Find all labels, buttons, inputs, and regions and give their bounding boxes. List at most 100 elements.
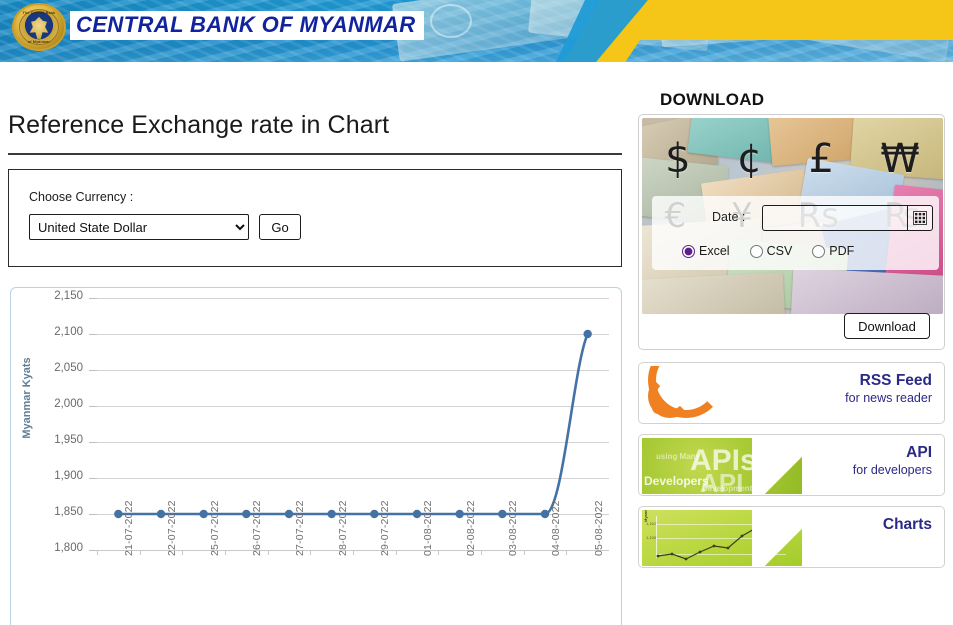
x-tickmark xyxy=(438,550,440,555)
main-content: Reference Exchange rate in Chart Choose … xyxy=(0,62,630,625)
y-tick-label: 1,850 xyxy=(54,506,83,518)
corner-logo-label: CENTRAL BANK OF MYANMAR xyxy=(785,9,953,24)
data-point[interactable] xyxy=(199,509,208,519)
date-input[interactable] xyxy=(762,205,907,231)
promo-text-rss: RSS Feed for news reader xyxy=(845,371,932,407)
format-radio-excel[interactable] xyxy=(682,244,695,258)
sidebar: DOWNLOAD $¢£₩ €¥Rs₨ Date : xyxy=(630,62,953,625)
api-word-5: Development xyxy=(702,484,753,493)
promo-card-rss[interactable]: RSS Feed for news reader xyxy=(638,362,945,424)
promo-text-charts: Charts xyxy=(883,515,932,534)
currency-select[interactable]: United State Dollar xyxy=(29,214,249,240)
promo-card-api[interactable]: APIs API Developers using Many Developme… xyxy=(638,434,945,496)
y-tickmark xyxy=(89,334,97,335)
promo-card-charts[interactable]: 1,110 1,100 Myanmar Kyats Charts xyxy=(638,506,945,568)
y-tickmark xyxy=(89,298,97,299)
currency-symbol-2: £ xyxy=(808,136,835,182)
format-radio-group: Excel CSV PDF xyxy=(682,244,922,258)
x-tick-label: 05-08-2022 xyxy=(592,500,605,556)
data-point[interactable] xyxy=(242,509,251,519)
corner-logo[interactable]: CENTRAL BANK OF MYANMAR xyxy=(762,6,953,27)
data-point[interactable] xyxy=(114,509,123,519)
seal-top-text: The Central Bank xyxy=(22,11,56,15)
y-tick-label: 2,150 xyxy=(54,290,83,302)
header-banknote-oval-1 xyxy=(430,4,472,38)
x-tick-label: 03-08-2022 xyxy=(507,500,520,556)
site-header: The Central Bank of Myanmar CENTRAL BANK… xyxy=(0,0,953,62)
currency-symbol-1: ¢ xyxy=(736,136,763,182)
promo-text-api: API for developers xyxy=(853,443,932,479)
data-point[interactable] xyxy=(455,509,464,519)
data-point[interactable] xyxy=(540,509,550,519)
x-tick-label: 01-08-2022 xyxy=(422,500,434,556)
currency-symbols-row-1: $ ¢ £ ₩ xyxy=(642,136,943,182)
currency-symbol-0: $ xyxy=(665,136,691,182)
x-tickmark xyxy=(267,550,269,555)
data-point[interactable] xyxy=(370,509,379,519)
promo-subtitle: for news reader xyxy=(845,391,932,406)
y-tickmark xyxy=(89,478,97,479)
y-tick-label: 2,000 xyxy=(54,398,83,410)
go-button[interactable]: Go xyxy=(259,214,301,240)
y-tickmark xyxy=(89,442,97,443)
x-tick-label: 04-08-2022 xyxy=(550,500,562,556)
x-tick-label: 26-07-2022 xyxy=(251,500,264,556)
format-radio-csv[interactable] xyxy=(749,244,763,258)
data-point[interactable] xyxy=(327,509,336,519)
money-collage-image: $¢£₩ €¥Rs₨ Date : xyxy=(642,118,943,314)
data-point[interactable] xyxy=(412,509,422,519)
y-tick-label: 1,950 xyxy=(54,434,83,446)
y-tickmark xyxy=(89,550,97,551)
y-tickmark xyxy=(89,514,97,515)
data-point[interactable] xyxy=(156,509,166,519)
api-wordcloud-icon: APIs API Developers using Many Developme… xyxy=(642,438,802,494)
format-label: PDF xyxy=(829,244,855,258)
x-tick-label: 25-07-2022 xyxy=(208,500,221,556)
x-tick-label: 28-07-2022 xyxy=(336,500,349,556)
y-tickmark xyxy=(89,370,97,371)
x-tickmark xyxy=(97,550,98,555)
currency-chooser-panel: Choose Currency : United State Dollar Go xyxy=(8,169,622,267)
y-tick-label: 2,100 xyxy=(54,326,83,338)
chart-y-axis-title: Myanmar Kyats xyxy=(21,357,33,439)
seal-bottom-text: of Myanmar xyxy=(27,40,51,44)
promo-title: Charts xyxy=(882,516,932,533)
api-word-3: Developers xyxy=(644,474,709,488)
rss-icon xyxy=(642,366,802,422)
data-point[interactable] xyxy=(284,509,294,519)
x-tickmark xyxy=(523,550,525,555)
y-tick-label: 1,900 xyxy=(54,470,83,482)
page-body: Reference Exchange rate in Chart Choose … xyxy=(0,62,953,625)
format-option-excel[interactable]: Excel xyxy=(682,244,730,258)
format-label: CSV xyxy=(766,244,793,258)
download-heading: DOWNLOAD xyxy=(660,90,765,110)
y-tick-label: 2,050 xyxy=(54,362,83,374)
x-tick-label: 02-08-2022 xyxy=(464,500,477,556)
format-option-csv[interactable]: CSV xyxy=(749,244,793,258)
y-tick-label: 1,800 xyxy=(54,542,83,554)
api-word-4: using Many xyxy=(656,452,701,461)
bank-seal-logo[interactable]: The Central Bank of Myanmar xyxy=(12,3,66,51)
x-tick-label: 27-07-2022 xyxy=(294,500,306,556)
open-book-icon xyxy=(762,8,782,25)
data-point[interactable] xyxy=(498,509,507,519)
date-filter-strip: Date : Excel CSV PDF xyxy=(652,196,939,270)
format-radio-pdf[interactable] xyxy=(812,244,826,258)
bank-name-title: CENTRAL BANK OF MYANMAR xyxy=(70,11,424,40)
promo-title: RSS Feed xyxy=(859,372,932,389)
choose-currency-label: Choose Currency : xyxy=(29,190,134,204)
x-tickmark xyxy=(395,550,397,555)
data-point[interactable] xyxy=(583,329,592,339)
x-tick-label: 29-07-2022 xyxy=(379,500,392,556)
x-tickmark xyxy=(310,550,312,555)
download-panel: $¢£₩ €¥Rs₨ Date : xyxy=(638,114,945,350)
promo-title: API xyxy=(906,444,932,461)
download-button[interactable]: Download xyxy=(844,313,930,339)
calendar-icon[interactable] xyxy=(907,205,933,231)
y-tickmark xyxy=(89,406,97,407)
format-option-pdf[interactable]: PDF xyxy=(812,244,854,258)
header-banknote-oval-2 xyxy=(700,2,740,36)
promo-subtitle: for developers xyxy=(852,463,932,478)
title-divider xyxy=(8,153,622,155)
x-tickmark xyxy=(225,550,226,555)
